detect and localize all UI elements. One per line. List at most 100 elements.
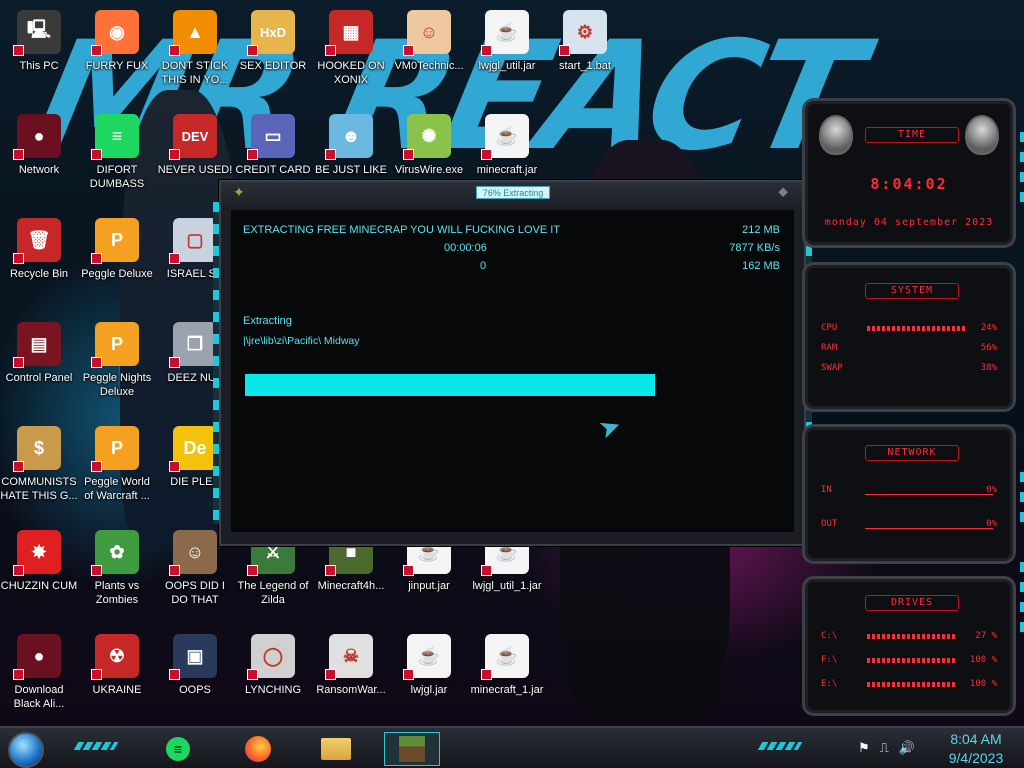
desktop-icon[interactable]: 🗑 Recycle Bin bbox=[0, 212, 78, 312]
chuzzle-icon: ✸ bbox=[13, 530, 61, 576]
desktop-icon[interactable]: ☕ minecraft_1.jar bbox=[468, 628, 546, 728]
desktop-icon-label: Control Panel bbox=[5, 372, 73, 384]
terminal-icon: ▣ bbox=[169, 634, 217, 680]
desktop-icon-label: RansomWar... bbox=[316, 684, 386, 696]
system-tray: ⚑ ⎍ 🔊 bbox=[858, 740, 915, 756]
vlc-cone-icon: ▲ bbox=[169, 10, 217, 56]
desktop-icon[interactable]: ☠ RansomWar... bbox=[312, 628, 390, 728]
desktop-icon-label: HOOKED ON XONIX bbox=[317, 60, 385, 86]
start-button[interactable] bbox=[8, 732, 44, 768]
desktop-icon[interactable]: ⚙ start_1.bat bbox=[546, 4, 624, 104]
shortcut-arrow-icon bbox=[481, 149, 492, 160]
stacked-windows-icon: ❐ bbox=[169, 322, 217, 368]
desktop-icon[interactable]: ● Download Black Ali... bbox=[0, 628, 78, 728]
network-in-label: IN bbox=[821, 485, 832, 495]
shortcut-arrow-icon bbox=[247, 565, 258, 576]
taskbar-time: 8:04 AM bbox=[950, 731, 1002, 747]
drive-value: 27 % bbox=[975, 631, 997, 641]
gadget-accent-strip bbox=[1020, 132, 1024, 212]
desktop-icon[interactable]: ☕ lwjgl_util.jar bbox=[468, 4, 546, 104]
dialog-body: EXTRACTING FREE MINECRAP YOU WILL FUCKIN… bbox=[231, 210, 794, 532]
network-orb-icon: ● bbox=[13, 114, 61, 160]
noose-icon: ◯ bbox=[247, 634, 295, 680]
desktop-icon[interactable]: ≡ DIFORT DUMBASS bbox=[78, 108, 156, 208]
discord-icon: ≡ bbox=[91, 114, 139, 160]
taskbar-clock[interactable]: 8:04 AM 9/4/2023 bbox=[938, 730, 1014, 768]
desktop-icon-label: Recycle Bin bbox=[9, 268, 69, 280]
shortcut-arrow-icon bbox=[247, 149, 258, 160]
drive-bar bbox=[867, 658, 957, 663]
network-icon[interactable]: ⎍ bbox=[880, 740, 889, 756]
desktop-icon[interactable]: $ COMMUNISTS HATE THIS G... bbox=[0, 420, 78, 520]
desktop-icon[interactable]: ☕ lwjgl.jar bbox=[390, 628, 468, 728]
desktop-icon-label: VM0Technic... bbox=[394, 60, 464, 72]
desktop-icon-label: BE JUST LIKE bbox=[315, 164, 387, 176]
desktop-icon[interactable]: P Peggle Nights Deluxe bbox=[78, 316, 156, 416]
desktop-icon[interactable]: ◯ LYNCHING bbox=[234, 628, 312, 728]
desktop-icon[interactable]: ▦ HOOKED ON XONIX bbox=[312, 4, 390, 104]
recycle-bin-icon: 🗑 bbox=[13, 218, 61, 264]
extraction-dialog[interactable]: ✦ 76% Extracting ⬥ EXTRACTING FREE MINEC… bbox=[213, 180, 812, 546]
taskbar-firefox-button[interactable] bbox=[230, 732, 286, 766]
desktop-icon[interactable]: ✿ Plants vs Zombies bbox=[78, 524, 156, 624]
desktop-icon[interactable]: ▲ DONT STICK THIS IN YO... bbox=[156, 4, 234, 104]
desktop-icon[interactable]: HxD SEX EDITOR bbox=[234, 4, 312, 104]
control-panel-icon: ▤ bbox=[13, 322, 61, 368]
credit-card-icon: ▭ bbox=[247, 114, 295, 160]
volume-icon[interactable]: 🔊 bbox=[899, 740, 915, 756]
desktop-icon-label: SEX EDITOR bbox=[239, 60, 307, 72]
shortcut-arrow-icon bbox=[169, 565, 180, 576]
desktop-icon-label: VirusWire.exe bbox=[394, 164, 464, 176]
desktop-icon-label: OOPS bbox=[179, 684, 211, 696]
mouse-cursor-icon: ➤ bbox=[594, 409, 626, 445]
shortcut-arrow-icon bbox=[403, 45, 414, 56]
shortcut-arrow-icon bbox=[13, 357, 24, 368]
packed-size: 162 MB bbox=[742, 260, 780, 272]
taskbar-discord-button[interactable]: ≡ bbox=[150, 732, 206, 766]
drive-value: 100 % bbox=[969, 679, 997, 689]
shortcut-arrow-icon bbox=[403, 565, 414, 576]
desktop-icon-label: lwjgl_util_1.jar bbox=[472, 580, 542, 592]
dialog-titlebar[interactable]: ✦ 76% Extracting ⬥ bbox=[221, 182, 804, 206]
shortcut-arrow-icon bbox=[481, 565, 492, 576]
desktop-icon[interactable]: ✸ CHUZZIN CUM bbox=[0, 524, 78, 624]
drive-label: C:\ bbox=[821, 631, 838, 641]
taskbar-explorer-button[interactable] bbox=[308, 732, 364, 766]
swap-row: SWAP 38% bbox=[821, 363, 997, 375]
taskbar-minecraft-button[interactable] bbox=[384, 732, 440, 766]
desktop-icon[interactable]: 🖳 This PC bbox=[0, 4, 78, 104]
radiation-icon: ☢ bbox=[91, 634, 139, 680]
desktop-icon[interactable]: ◉ FURRY FUX bbox=[78, 4, 156, 104]
shortcut-arrow-icon bbox=[247, 669, 258, 680]
desktop-icon[interactable]: ● Network bbox=[0, 108, 78, 208]
drive-bar bbox=[867, 682, 957, 687]
desktop-icon[interactable]: P Peggle World of Warcraft ... bbox=[78, 420, 156, 520]
drives-header: DRIVES bbox=[865, 595, 959, 611]
close-icon[interactable]: ⬥ bbox=[778, 183, 788, 200]
desktop-icon[interactable]: ▣ OOPS bbox=[156, 628, 234, 728]
shortcut-arrow-icon bbox=[13, 565, 24, 576]
shortcut-arrow-icon bbox=[325, 45, 336, 56]
system-header: SYSTEM bbox=[865, 283, 959, 299]
desktop-icon-label: start_1.bat bbox=[559, 60, 611, 72]
desktop-icon[interactable]: ☢ UKRAINE bbox=[78, 628, 156, 728]
desktop-icon[interactable]: P Peggle Deluxe bbox=[78, 212, 156, 312]
folder-icon: ▢ bbox=[169, 218, 217, 264]
desktop-icon-label: Minecraft4h... bbox=[317, 580, 385, 592]
flag-icon[interactable]: ⚑ bbox=[858, 740, 870, 756]
network-header: NETWORK bbox=[865, 445, 959, 461]
drive-label: E:\ bbox=[821, 679, 838, 689]
desktop-icon-label: Download Black Ali... bbox=[13, 684, 65, 710]
extraction-speed: 7877 KB/s bbox=[729, 242, 780, 254]
desktop-icon[interactable]: ▤ Control Panel bbox=[0, 316, 78, 416]
java-jar-icon: ☕ bbox=[481, 634, 529, 680]
time-panel: TIME 8:04:02 monday 04 september 2023 bbox=[802, 98, 1016, 248]
desktop-icon-label: Plants vs Zombies bbox=[94, 580, 140, 606]
ram-label: RAM bbox=[821, 343, 838, 353]
alien-orb-icon: ● bbox=[13, 634, 61, 680]
desktop-icon[interactable]: ☺ VM0Technic... bbox=[390, 4, 468, 104]
progress-bar bbox=[245, 374, 785, 396]
shortcut-arrow-icon bbox=[13, 461, 24, 472]
cpu-row: CPU 24% bbox=[821, 323, 997, 335]
discord-icon: ≡ bbox=[166, 737, 190, 761]
